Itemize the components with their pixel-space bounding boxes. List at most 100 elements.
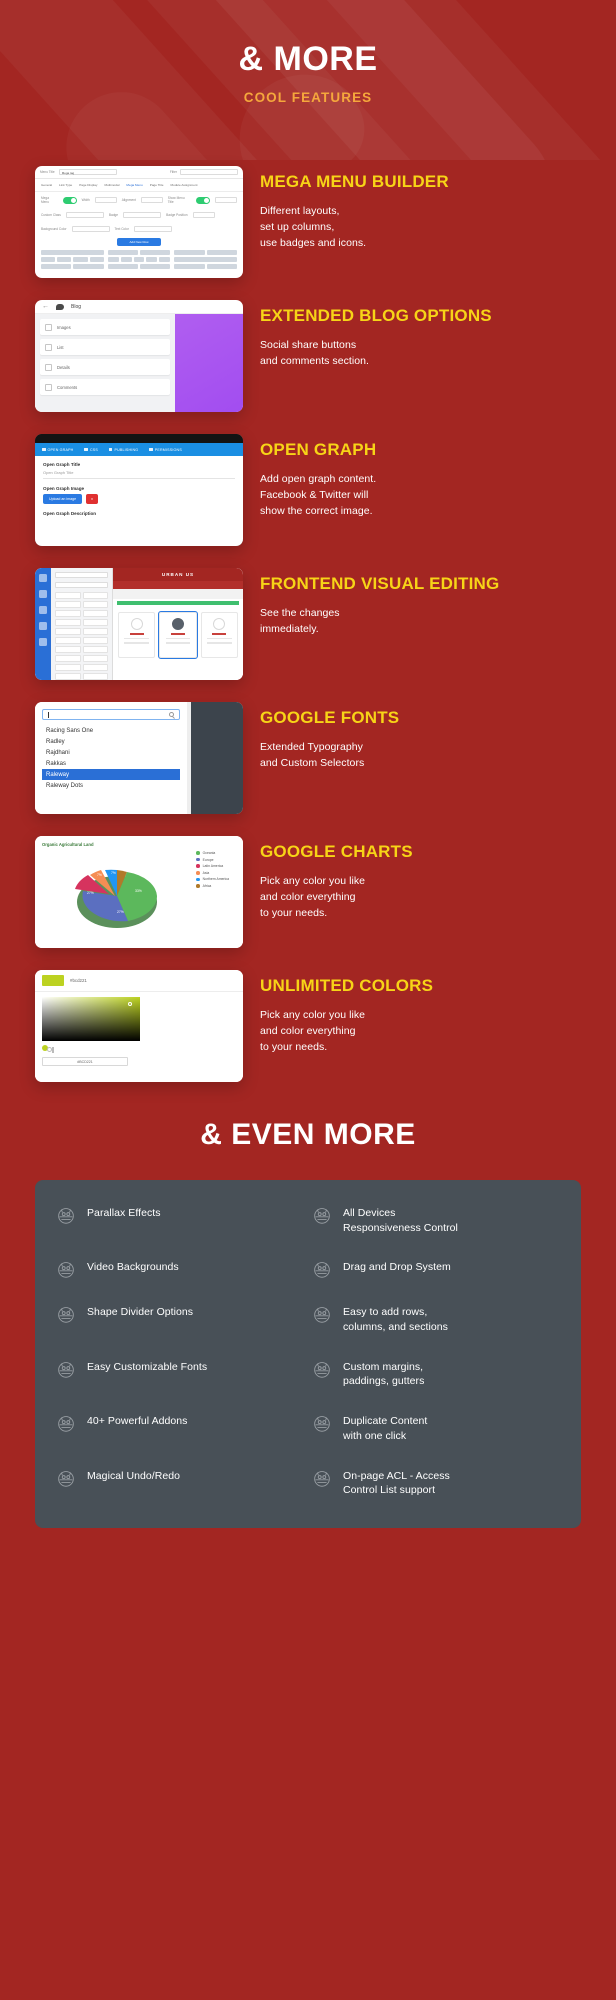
text-color-input[interactable] xyxy=(133,226,172,232)
module-panel xyxy=(51,568,113,680)
tab-permissions[interactable]: PERMISSIONS xyxy=(149,448,182,452)
collapse-icon[interactable] xyxy=(45,383,52,391)
module-tile[interactable] xyxy=(82,619,108,626)
filter-input[interactable] xyxy=(180,169,238,175)
open-graph-title-input[interactable]: Open Graph Title xyxy=(43,470,235,479)
list-item[interactable]: Details xyxy=(40,359,170,375)
module-filter-input[interactable] xyxy=(55,582,108,588)
color-swatch[interactable] xyxy=(42,975,64,986)
legend-label: Oceania xyxy=(202,851,216,855)
site-header: URBAN US xyxy=(113,568,243,581)
module-tile[interactable] xyxy=(82,601,108,608)
preview-pane xyxy=(191,702,243,814)
module-tile[interactable] xyxy=(82,637,108,644)
owl-badge-icon xyxy=(55,1303,77,1325)
search-icon[interactable] xyxy=(169,712,174,717)
preview-card[interactable] xyxy=(200,612,238,658)
custom-class-input[interactable] xyxy=(65,212,104,218)
width-select[interactable] xyxy=(94,197,117,203)
font-option-selected[interactable]: Raleway xyxy=(42,769,180,780)
window-chrome xyxy=(35,434,243,443)
picker-knob[interactable] xyxy=(128,1002,132,1006)
tab-module-assignment[interactable]: Module Assignment xyxy=(171,183,198,187)
tab-multimodal[interactable]: Multimodal xyxy=(104,183,119,187)
legend-label: Northern America xyxy=(202,877,229,882)
tab-page-display[interactable]: Page Display xyxy=(79,183,97,187)
module-tile[interactable] xyxy=(55,646,81,653)
font-option[interactable]: Racing Sans One xyxy=(42,725,180,736)
module-tile[interactable] xyxy=(82,646,108,653)
module-tile[interactable] xyxy=(55,655,81,662)
module-tile[interactable] xyxy=(82,610,108,617)
module-tile[interactable] xyxy=(55,637,81,644)
mega-menu-toggle[interactable] xyxy=(62,196,77,204)
feature-description: See the changes immediately. xyxy=(260,606,340,635)
color-hex-label: #bcd221 xyxy=(70,978,87,983)
code-icon[interactable] xyxy=(39,622,47,630)
list-item[interactable]: Images xyxy=(40,319,170,335)
add-new-row-button[interactable]: Add New Row xyxy=(117,238,161,246)
preview-card-selected[interactable] xyxy=(158,611,198,659)
module-tile[interactable] xyxy=(55,619,81,626)
inline-toolbar[interactable] xyxy=(117,601,239,605)
module-tile[interactable] xyxy=(82,628,108,635)
pages-icon[interactable] xyxy=(39,638,47,646)
field-label-mega-menu: Mega Menu xyxy=(41,196,49,204)
module-tile[interactable] xyxy=(55,592,81,599)
layout-icon[interactable] xyxy=(39,590,47,598)
delete-image-button[interactable]: x xyxy=(86,494,98,504)
filter-label: Filter xyxy=(169,170,177,174)
tab-css[interactable]: CSS xyxy=(84,448,98,452)
modules-icon[interactable] xyxy=(39,574,47,582)
settings-icon[interactable] xyxy=(39,606,47,614)
card-title xyxy=(129,633,144,635)
font-option[interactable]: Rakkas xyxy=(42,758,180,769)
badge-input[interactable] xyxy=(123,212,162,218)
module-search-input[interactable] xyxy=(55,572,108,578)
legend-swatch xyxy=(196,884,200,888)
list-item-label: Comments xyxy=(57,384,78,390)
tab-link-type[interactable]: Link Type xyxy=(59,183,72,187)
tab-mega-menu[interactable]: Mega Menu xyxy=(126,183,142,187)
show-menu-title-toggle[interactable] xyxy=(196,196,211,204)
icon-select[interactable] xyxy=(215,197,237,203)
list-item[interactable]: Comments xyxy=(40,379,170,395)
preview-card[interactable] xyxy=(118,612,156,658)
extra-features-panel: Parallax Effects All Devices Responsiven… xyxy=(35,1180,581,1528)
alpha-handle[interactable] xyxy=(47,1047,52,1052)
module-tile[interactable] xyxy=(82,655,108,662)
font-option[interactable]: Rajdhani xyxy=(42,747,180,758)
module-tile[interactable] xyxy=(82,673,108,680)
font-option[interactable]: Raleway Dots xyxy=(42,780,180,791)
feature-title: MEGA MENU BUILDER xyxy=(260,172,449,191)
collapse-icon[interactable] xyxy=(45,343,52,351)
saturation-picker[interactable] xyxy=(42,997,140,1041)
list-item: Magical Undo/Redo xyxy=(55,1469,305,1498)
tab-open-graph[interactable]: OPEN GRAPH xyxy=(42,448,73,452)
module-tile[interactable] xyxy=(55,664,81,671)
background-color-input[interactable] xyxy=(71,226,110,232)
list-item[interactable]: List xyxy=(40,339,170,355)
hex-input[interactable]: #BCD221 xyxy=(42,1057,128,1066)
menu-title-input[interactable]: Mega tag xyxy=(58,169,117,175)
module-tile[interactable] xyxy=(82,592,108,599)
collapse-icon[interactable] xyxy=(45,363,52,371)
font-option[interactable]: Radley xyxy=(42,736,180,747)
tab-page-title[interactable]: Page Title xyxy=(150,183,164,187)
upload-image-button[interactable]: Upload an image xyxy=(43,494,83,504)
tab-publishing[interactable]: PUBLISHING xyxy=(108,448,138,452)
tab-general[interactable]: General xyxy=(41,183,52,187)
back-arrow-icon[interactable]: ← xyxy=(42,303,49,310)
badge-position-select[interactable] xyxy=(192,212,215,218)
feature-row: #bcd221 #BCD221 UNLIMITED COLORS Pick an… xyxy=(0,970,616,1082)
feature-row: Racing Sans One Radley Rajdhani Rakkas R… xyxy=(0,702,616,814)
module-tile[interactable] xyxy=(82,664,108,671)
module-tile[interactable] xyxy=(55,601,81,608)
alignment-select[interactable] xyxy=(140,197,163,203)
collapse-icon[interactable] xyxy=(45,323,52,331)
module-tile[interactable] xyxy=(55,628,81,635)
hue-handle[interactable] xyxy=(52,1047,54,1053)
module-tile[interactable] xyxy=(55,673,81,680)
font-search-input[interactable] xyxy=(42,709,180,720)
module-tile[interactable] xyxy=(55,610,81,617)
